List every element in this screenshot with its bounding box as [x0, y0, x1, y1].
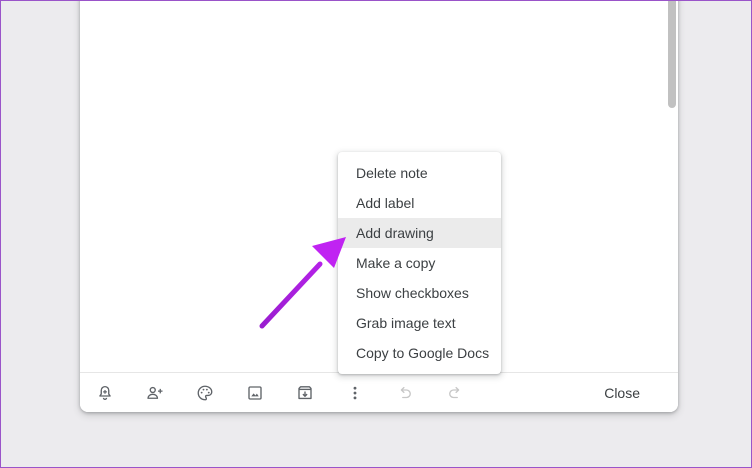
menu-item-add-label[interactable]: Add label	[338, 188, 501, 218]
menu-item-copy-to-google-docs[interactable]: Copy to Google Docs	[338, 338, 501, 368]
archive-button[interactable]	[289, 377, 321, 409]
redo-icon	[446, 384, 464, 402]
add-image-button[interactable]	[239, 377, 271, 409]
scrollbar[interactable]	[666, 0, 678, 372]
note-toolbar: Close	[80, 372, 678, 412]
undo-button[interactable]	[389, 377, 421, 409]
menu-item-show-checkboxes[interactable]: Show checkboxes	[338, 278, 501, 308]
menu-item-add-drawing[interactable]: Add drawing	[338, 218, 501, 248]
remind-me-icon	[96, 384, 114, 402]
redo-button[interactable]	[439, 377, 471, 409]
palette-icon	[196, 384, 214, 402]
collaborator-icon	[146, 384, 164, 402]
add-image-icon	[246, 384, 264, 402]
close-button[interactable]: Close	[588, 377, 656, 409]
scrollbar-thumb[interactable]	[668, 0, 676, 108]
more-button[interactable]	[339, 377, 371, 409]
menu-item-delete-note[interactable]: Delete note	[338, 158, 501, 188]
more-options-menu: Delete note Add label Add drawing Make a…	[338, 152, 501, 374]
menu-item-grab-image-text[interactable]: Grab image text	[338, 308, 501, 338]
remind-me-button[interactable]	[89, 377, 121, 409]
collaborator-button[interactable]	[139, 377, 171, 409]
menu-item-make-a-copy[interactable]: Make a copy	[338, 248, 501, 278]
more-vert-icon	[346, 384, 364, 402]
undo-icon	[396, 384, 414, 402]
background-options-button[interactable]	[189, 377, 221, 409]
archive-icon	[296, 384, 314, 402]
